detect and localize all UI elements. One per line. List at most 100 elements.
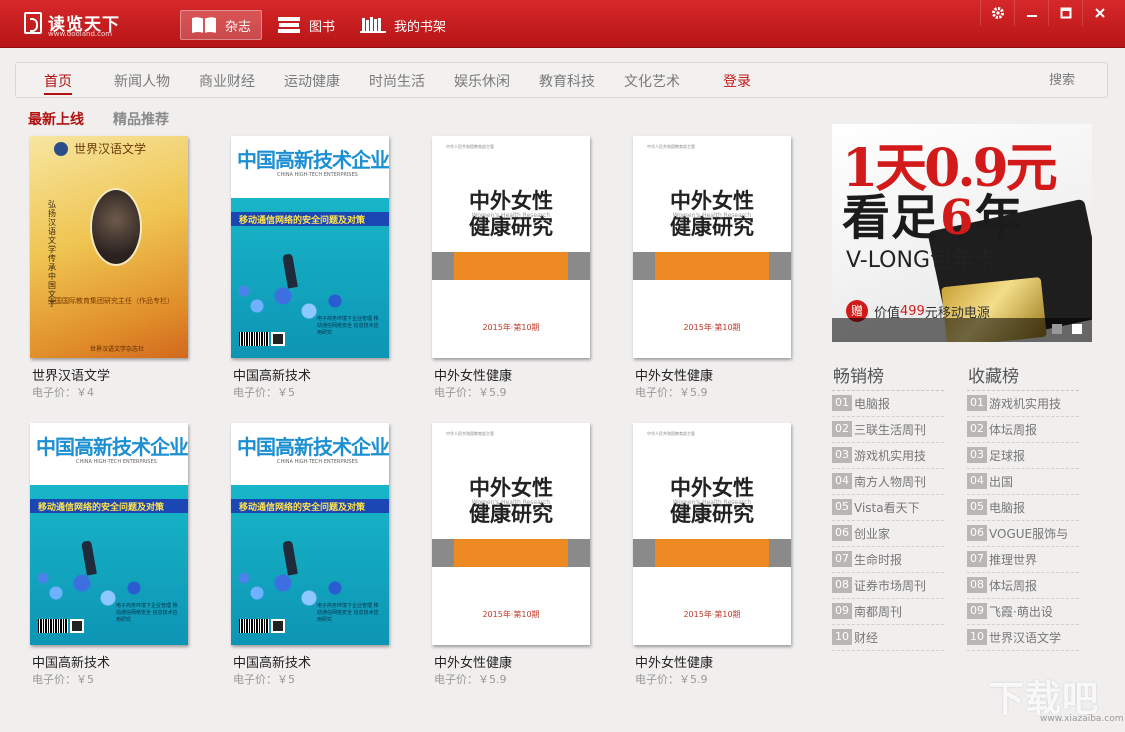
magazine-cover[interactable]: 世界汉语文学 弘扬汉语文学 传承中国文字 中国国际教育集团研究主任（作品专栏） …	[30, 136, 188, 358]
login-link[interactable]: 登录	[723, 71, 751, 91]
rank-number: 05	[967, 499, 987, 515]
cover-contents: 电子商务环境下企业管理 移动通信网络安全 信息技术应用研究	[116, 603, 178, 623]
rank-label[interactable]: 游戏机实用技	[854, 447, 926, 464]
emblem-icon	[54, 142, 68, 156]
category-home[interactable]: 首页	[44, 71, 72, 95]
carousel-dot-active[interactable]	[1072, 324, 1082, 334]
app-logo[interactable]: 读览天下 www.dooland.com	[24, 10, 124, 40]
magazine-title[interactable]: 中外女性健康	[434, 652, 512, 671]
ranking-item[interactable]: 01 游戏机实用技	[967, 391, 1079, 417]
rank-label[interactable]: VOGUE服饰与	[989, 525, 1068, 542]
magazine-cover[interactable]: 中华人民共和国教育部主管 中外女性 健康研究 Women's Health Res…	[432, 136, 590, 358]
cover-title: 世界汉语文学	[74, 142, 147, 156]
rank-label[interactable]: 南都周刊	[854, 603, 902, 620]
rank-label[interactable]: 世界汉语文学	[989, 629, 1061, 646]
category-fashion[interactable]: 时尚生活	[369, 71, 425, 91]
magazine-title[interactable]: 中外女性健康	[635, 652, 713, 671]
rank-label[interactable]: 电脑报	[854, 395, 890, 412]
cover-contents: 电子商务环境下企业管理 移动通信网络安全 信息技术应用研究	[317, 603, 379, 623]
magazine-price: 电子价：￥5.9	[635, 673, 708, 686]
ranking-item[interactable]: 10 财经	[832, 625, 944, 651]
cover-issue: 2015年·第10期	[482, 323, 540, 332]
cover-headline: 移动通信网络的安全问题及对策	[38, 503, 165, 513]
qr-code-icon	[271, 332, 285, 346]
favorites-title: 收藏榜	[968, 367, 1019, 387]
magazine-cover[interactable]: 中国高新技术企业 CHINA HIGH-TECH ENTERPRISES 移动通…	[231, 136, 389, 358]
ranking-item[interactable]: 07 推理世界	[967, 547, 1079, 573]
category-sports[interactable]: 运动健康	[284, 71, 340, 91]
ranking-item[interactable]: 10 世界汉语文学	[967, 625, 1079, 651]
rank-label[interactable]: 电脑报	[989, 499, 1025, 516]
magazine-title[interactable]: 中国高新技术	[233, 365, 311, 384]
ranking-item[interactable]: 08 体坛周报	[967, 573, 1079, 599]
ranking-item[interactable]: 05 Vista看天下	[832, 495, 944, 521]
minimize-button[interactable]	[1014, 0, 1048, 26]
tab-latest[interactable]: 最新上线	[28, 109, 84, 129]
nav-shelf[interactable]: 我的书架	[360, 10, 446, 40]
rank-label[interactable]: Vista看天下	[854, 499, 920, 516]
settings-button[interactable]	[980, 0, 1014, 26]
nav-magazine[interactable]: 杂志	[180, 10, 263, 40]
tab-featured[interactable]: 精品推荐	[113, 109, 169, 129]
nav-shelf-label: 我的书架	[394, 19, 447, 35]
ranking-item[interactable]: 03 游戏机实用技	[832, 443, 944, 469]
rank-label[interactable]: 生命时报	[854, 551, 902, 568]
magazine-title[interactable]: 中国高新技术	[32, 652, 110, 671]
ranking-item[interactable]: 04 出国	[967, 469, 1079, 495]
rank-label[interactable]: 体坛周报	[989, 577, 1037, 594]
category-education[interactable]: 教育科技	[539, 71, 595, 91]
promo-banner[interactable]: 1天0.9元 看足6年 V-LONG包年卡 赠价值 499 元移动电源	[832, 124, 1092, 342]
magazine-cover[interactable]: 中华人民共和国教育部主管 中外女性 健康研究 Women's Health Res…	[432, 423, 590, 645]
magazine-title[interactable]: 中国高新技术	[233, 652, 311, 671]
rank-label[interactable]: 推理世界	[989, 551, 1037, 568]
rank-label[interactable]: 飞霞·萌出设	[989, 603, 1053, 620]
search-link[interactable]: 搜索	[1049, 69, 1075, 88]
magazine-title[interactable]: 世界汉语文学	[32, 365, 110, 384]
maximize-button[interactable]	[1048, 0, 1082, 26]
rank-label[interactable]: 出国	[989, 473, 1013, 490]
rank-label[interactable]: 游戏机实用技	[989, 395, 1061, 412]
ranking-item[interactable]: 09 飞霞·萌出设	[967, 599, 1079, 625]
rank-label[interactable]: 足球报	[989, 447, 1025, 464]
category-news[interactable]: 新闻人物	[114, 71, 170, 91]
cover-title: 中国高新技术企业	[36, 435, 188, 459]
ranking-item[interactable]: 03 足球报	[967, 443, 1079, 469]
carousel-dot[interactable]	[1052, 324, 1062, 334]
cover-header: 中华人民共和国教育部主管	[647, 431, 695, 436]
rank-label[interactable]: 体坛周报	[989, 421, 1037, 438]
ranking-item[interactable]: 07 生命时报	[832, 547, 944, 573]
ranking-item[interactable]: 02 三联生活周刊	[832, 417, 944, 443]
ranking-item[interactable]: 02 体坛周报	[967, 417, 1079, 443]
ranking-item[interactable]: 06 创业家	[832, 521, 944, 547]
nav-books-label: 图书	[309, 19, 336, 35]
category-business[interactable]: 商业财经	[199, 71, 255, 91]
rank-label[interactable]: 南方人物周刊	[854, 473, 926, 490]
rank-label[interactable]: 证券市场周刊	[854, 577, 926, 594]
close-button[interactable]	[1082, 0, 1116, 26]
cover-subtitle: Women's Health Research	[672, 212, 752, 219]
rank-number: 01	[967, 395, 987, 411]
title-bar: 读览天下 www.dooland.com 杂志 图书 我的书架	[0, 0, 1125, 48]
ranking-item[interactable]: 08 证券市场周刊	[832, 573, 944, 599]
category-entertainment[interactable]: 娱乐休闲	[454, 71, 510, 91]
category-culture[interactable]: 文化艺术	[624, 71, 680, 91]
nav-books[interactable]: 图书	[277, 10, 335, 40]
ranking-item[interactable]: 06 VOGUE服饰与	[967, 521, 1079, 547]
cover-subtitle: CHINA HIGH-TECH ENTERPRISES	[277, 459, 358, 465]
ranking-item[interactable]: 09 南都周刊	[832, 599, 944, 625]
magazine-cover[interactable]: 中国高新技术企业 CHINA HIGH-TECH ENTERPRISES 移动通…	[30, 423, 188, 645]
ranking-item[interactable]: 04 南方人物周刊	[832, 469, 944, 495]
magazine-cover[interactable]: 中国高新技术企业 CHINA HIGH-TECH ENTERPRISES 移动通…	[231, 423, 389, 645]
barcode-icon	[239, 332, 269, 346]
ranking-item[interactable]: 05 电脑报	[967, 495, 1079, 521]
cover-title: 中国高新技术企业	[237, 435, 389, 459]
magazine-cover[interactable]: 中华人民共和国教育部主管 中外女性 健康研究 Women's Health Res…	[633, 423, 791, 645]
rank-label[interactable]: 创业家	[854, 525, 890, 542]
magazine-title[interactable]: 中外女性健康	[635, 365, 713, 384]
magazine-cover[interactable]: 中华人民共和国教育部主管 中外女性 健康研究 Women's Health Res…	[633, 136, 791, 358]
rank-label[interactable]: 财经	[854, 629, 878, 646]
ranking-item[interactable]: 01 电脑报	[832, 391, 944, 417]
cover-issue: 2015年·第10期	[683, 610, 741, 619]
magazine-title[interactable]: 中外女性健康	[434, 365, 512, 384]
rank-label[interactable]: 三联生活周刊	[854, 421, 926, 438]
